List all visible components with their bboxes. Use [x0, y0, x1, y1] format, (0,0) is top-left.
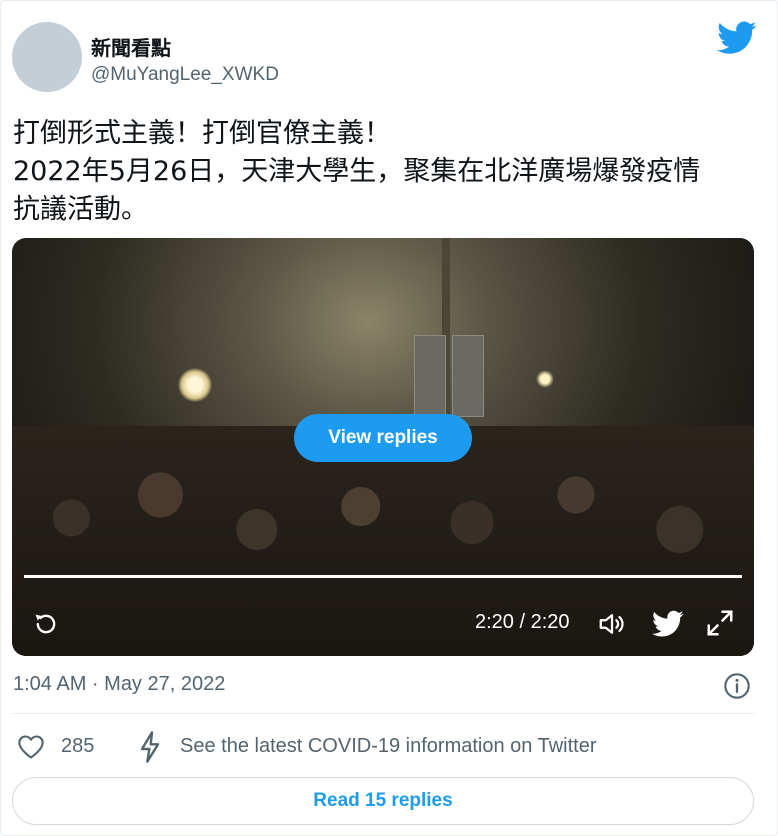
video-time: 2:20 / 2:20	[475, 611, 570, 633]
replay-icon[interactable]	[32, 610, 60, 638]
lamp-light	[536, 370, 554, 388]
banner	[452, 335, 484, 417]
banner	[414, 335, 446, 417]
twitter-icon[interactable]	[652, 610, 684, 638]
author-handle[interactable]: @MuYangLee_XWKD	[91, 64, 279, 86]
info-icon[interactable]	[723, 672, 751, 700]
volume-icon[interactable]	[596, 609, 628, 639]
tweet-text-line: 2022年5月26日，天津大學生，聚集在北洋廣場爆發疫情	[13, 156, 701, 187]
avatar[interactable]	[12, 22, 82, 92]
author-name[interactable]: 新聞看點	[91, 32, 171, 61]
fullscreen-icon[interactable]	[705, 608, 735, 638]
lightning-icon[interactable]	[138, 731, 162, 763]
tweet-text: 打倒形式主義！打倒官僚主義！ 2022年5月26日，天津大學生，聚集在北洋廣場爆…	[13, 115, 773, 229]
divider	[12, 713, 755, 714]
covid-info-link[interactable]: See the latest COVID-19 information on T…	[180, 735, 597, 758]
twitter-bird-icon[interactable]	[717, 21, 757, 55]
tweet-text-line: 打倒形式主義！打倒官僚主義！	[13, 118, 391, 149]
like-count[interactable]: 285	[61, 735, 94, 758]
tweet-card: 新聞看點 @MuYangLee_XWKD 打倒形式主義！打倒官僚主義！ 2022…	[0, 0, 778, 836]
view-replies-button[interactable]: View replies	[294, 414, 472, 462]
tweet-text-line: 抗議活動。	[13, 194, 148, 225]
progress-fill	[24, 575, 742, 578]
tweet-timestamp[interactable]: 1:04 AM · May 27, 2022	[13, 673, 225, 696]
video-player[interactable]: View replies 2:20 / 2:20	[12, 238, 754, 656]
heart-icon[interactable]	[17, 734, 45, 760]
read-replies-button[interactable]: Read 15 replies	[12, 777, 754, 825]
progress-bar[interactable]	[24, 575, 742, 578]
lamp-light	[178, 368, 212, 402]
